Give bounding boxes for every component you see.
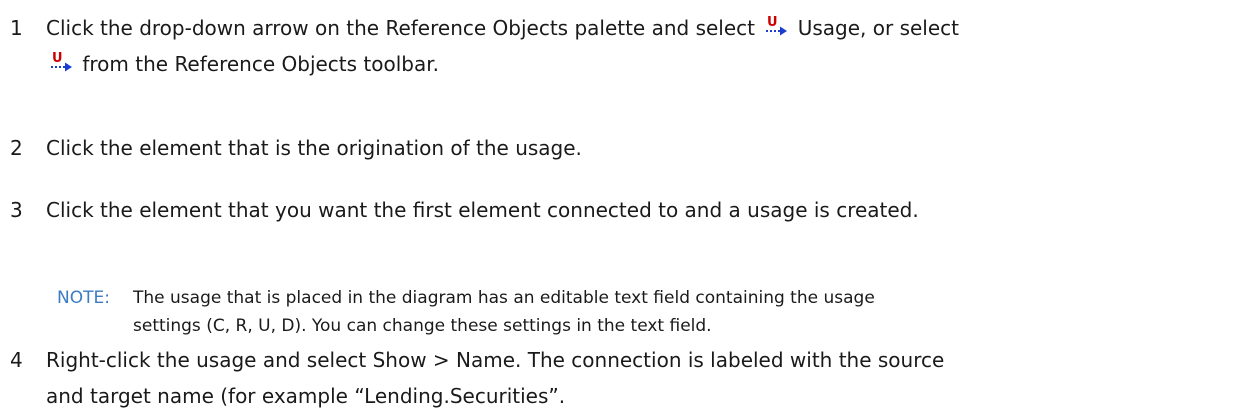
step-text: Click the element that is the originatio… [46,136,582,160]
step-3: 3 Click the element that you want the fir… [10,192,1240,228]
step-text: Right-click the usage and select Show > … [46,348,945,372]
step-2: 2 Click the element that is the originati… [10,130,1240,166]
step-number: 2 [10,136,23,160]
document-page: { "steps": [ { "number": "1", "text_befo… [0,0,1247,416]
note-block: NOTE: The usage that is placed in the dia… [57,284,1177,340]
step-text-continued: and target name (for example “Lending.Se… [46,384,566,408]
step-text-part: Usage, or select [791,16,960,40]
note-text-line2: settings (C, R, U, D). You can change th… [133,316,712,336]
note-label: NOTE: [57,288,110,308]
usage-icon-letter: U [52,51,63,66]
usage-icon-letter: U [767,15,778,30]
step-text-part: Click the drop-down arrow on the Referen… [46,16,762,40]
note-text-line1: The usage that is placed in the diagram … [133,288,875,308]
usage-icon: U [48,51,74,73]
step-number: 1 [10,16,23,40]
step-text-continued: U from the Reference Objects toolbar. [0,46,1240,82]
step-text: Click the drop-down arrow on the Referen… [46,15,960,40]
step-4: 4 Right-click the usage and select Show >… [10,342,1240,414]
step-number: 4 [10,348,23,372]
step-text-part: from the Reference Objects toolbar. [76,52,439,76]
step-number: 3 [10,198,23,222]
step-text: Click the element that you want the firs… [46,198,919,222]
step-1: 1 Click the drop-down arrow on the Refere… [10,10,1240,82]
usage-icon: U [763,15,789,37]
